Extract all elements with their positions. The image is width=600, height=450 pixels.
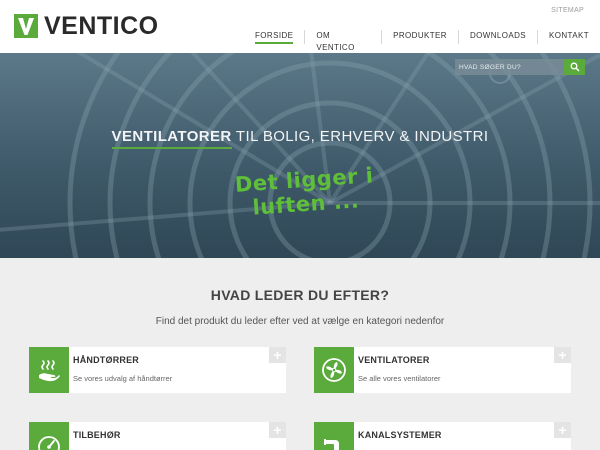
section-title: HVAD LEDER DU EFTER? <box>210 287 390 303</box>
fan-icon <box>322 358 346 382</box>
hand-dryer-icon <box>39 360 60 382</box>
category-card-tilbehoer[interactable]: TILBEHØR + <box>29 422 286 450</box>
card-description: Se alle vores ventilatorer <box>358 374 441 383</box>
logo-text: VENTICO <box>44 11 159 40</box>
hero-banner: VENTILATORER TIL BOLIG, ERHVERV & INDUST… <box>0 53 600 258</box>
plus-icon[interactable]: + <box>554 422 571 438</box>
plus-icon[interactable]: + <box>269 422 286 438</box>
main-nav: FORSIDE OM VENTICO PRODUKTER DOWNLOADS K… <box>244 30 600 52</box>
search-input[interactable] <box>455 59 564 75</box>
nav-label: PRODUKTER <box>393 31 447 40</box>
sitemap-link[interactable]: SITEMAP <box>551 7 584 14</box>
card-title: KANALSYSTEMER <box>358 430 442 440</box>
card-title: HÅNDTØRRER <box>73 355 139 365</box>
nav-item-downloads[interactable]: DOWNLOADS <box>457 30 537 44</box>
card-title: VENTILATORER <box>358 355 430 365</box>
duct-icon <box>324 439 339 450</box>
search-button[interactable] <box>564 59 585 75</box>
hero-title: VENTILATORER TIL BOLIG, ERHVERV & INDUST… <box>0 128 600 149</box>
card-title: TILBEHØR <box>73 430 121 440</box>
hero-title-strong: VENTILATORER <box>111 128 232 149</box>
nav-item-kontakt[interactable]: KONTAKT <box>537 30 600 44</box>
card-icon-box <box>29 347 69 393</box>
card-icon-box <box>29 422 69 450</box>
nav-label: KONTAKT <box>549 31 589 40</box>
logo[interactable]: VENTICO <box>14 12 164 40</box>
card-icon-box <box>314 422 354 450</box>
gauge-icon <box>38 436 60 450</box>
hero-title-rest: TIL BOLIG, ERHVERV & INDUSTRI <box>231 128 489 145</box>
card-icon-box <box>314 347 354 393</box>
plus-icon[interactable]: + <box>554 347 571 363</box>
search-bar <box>455 59 585 75</box>
nav-item-forside[interactable]: FORSIDE <box>244 30 304 44</box>
fan-grille-background <box>0 53 600 258</box>
nav-item-produkter[interactable]: PRODUKTER <box>381 30 458 44</box>
category-card-ventilatorer[interactable]: VENTILATORER Se alle vores ventilatorer … <box>314 347 571 393</box>
site-header: VENTICO SITEMAP FORSIDE OM VENTICO PRODU… <box>0 0 600 53</box>
nav-label: DOWNLOADS <box>469 31 526 40</box>
nav-label: FORSIDE <box>255 31 294 44</box>
category-card-kanalsystemer[interactable]: KANALSYSTEMER + <box>314 422 571 450</box>
nav-label: OM VENTICO <box>316 31 355 52</box>
category-card-haandtoerrer[interactable]: HÅNDTØRRER Se vores udvalg af håndtørrer… <box>29 347 286 393</box>
card-description: Se vores udvalg af håndtørrer <box>73 374 173 383</box>
plus-icon[interactable]: + <box>269 347 286 363</box>
logo-v-icon <box>14 14 38 38</box>
search-icon <box>570 62 580 72</box>
nav-item-om-ventico[interactable]: OM VENTICO <box>304 30 381 52</box>
section-subtitle: Find det produkt du leder efter ved at v… <box>155 316 445 327</box>
